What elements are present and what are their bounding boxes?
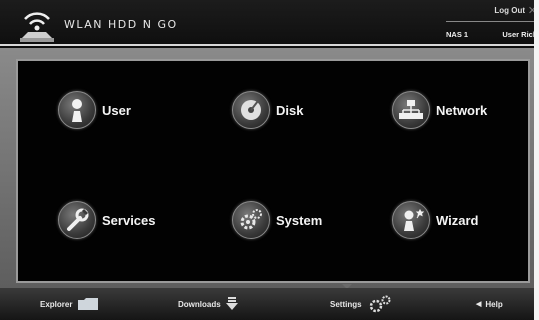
nav-settings[interactable]: Settings xyxy=(330,288,392,320)
menu-label-user[interactable]: User xyxy=(102,103,131,118)
gears-icon[interactable] xyxy=(368,295,392,313)
menu-tile-disk[interactable]: Disk xyxy=(232,91,303,129)
menu-label-network[interactable]: Network xyxy=(436,103,487,118)
menu-label-system[interactable]: System xyxy=(276,213,322,228)
wrench-icon[interactable] xyxy=(58,201,96,239)
window-edge xyxy=(534,0,539,320)
nav-settings-label[interactable]: Settings xyxy=(330,300,362,309)
nav-help[interactable]: ◀ Help xyxy=(476,288,503,320)
bottom-nav: Explorer Downloads Settings ◀ Help xyxy=(0,288,539,320)
wifi-drive-logo-icon xyxy=(20,12,54,42)
folder-icon[interactable] xyxy=(78,298,99,310)
disk-icon[interactable] xyxy=(232,91,270,129)
menu-label-wizard[interactable]: Wizard xyxy=(436,213,479,228)
menu-label-disk[interactable]: Disk xyxy=(276,103,303,118)
main-menu-panel: User Disk Network Services System Wizard xyxy=(16,59,530,283)
wizard-icon[interactable] xyxy=(392,201,430,239)
logout-link[interactable]: Log Out xyxy=(494,6,525,15)
user-label: User Rick xyxy=(502,30,537,39)
menu-label-services[interactable]: Services xyxy=(102,213,156,228)
nav-explorer[interactable]: Explorer xyxy=(40,288,99,320)
app-title: WLAN HDD N GO xyxy=(64,18,178,31)
menu-tile-network[interactable]: Network xyxy=(392,91,487,129)
header-divider xyxy=(446,21,539,22)
nav-downloads[interactable]: Downloads xyxy=(178,288,238,320)
gears-icon[interactable] xyxy=(232,201,270,239)
menu-tile-user[interactable]: User xyxy=(58,91,131,129)
user-icon[interactable] xyxy=(58,91,96,129)
menu-tile-system[interactable]: System xyxy=(232,201,322,239)
app-header: WLAN HDD N GO Log Out ✕ NAS 1 User Rick xyxy=(0,0,539,48)
network-icon[interactable] xyxy=(392,91,430,129)
header-separator xyxy=(0,44,539,46)
nav-help-label[interactable]: Help xyxy=(485,300,502,309)
chevron-left-icon[interactable]: ◀ xyxy=(476,300,481,308)
nas-label: NAS 1 xyxy=(446,30,469,39)
download-arrow-icon[interactable] xyxy=(225,297,238,311)
nav-explorer-label[interactable]: Explorer xyxy=(40,300,72,309)
nav-downloads-label[interactable]: Downloads xyxy=(178,300,221,309)
menu-tile-wizard[interactable]: Wizard xyxy=(392,201,479,239)
menu-tile-services[interactable]: Services xyxy=(58,201,156,239)
logout-label[interactable]: Log Out xyxy=(494,6,525,15)
